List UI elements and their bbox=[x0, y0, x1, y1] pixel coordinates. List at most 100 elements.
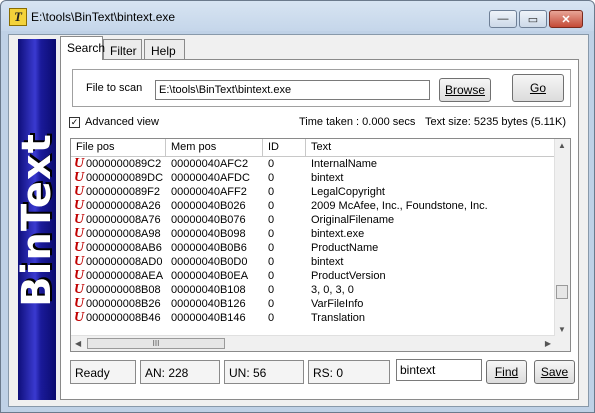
tab-help[interactable]: Help bbox=[144, 39, 185, 59]
maximize-button[interactable]: ▭ bbox=[519, 10, 547, 28]
scroll-right-icon[interactable]: ▶ bbox=[545, 339, 551, 348]
search-text-input[interactable] bbox=[396, 359, 482, 381]
cell-file-pos: 000000008B26 bbox=[86, 298, 161, 310]
cell-file-pos: 000000008AEA bbox=[86, 270, 164, 282]
cell-file-pos: 0000000089DC bbox=[86, 172, 164, 184]
cell-mem-pos: 00000040B0EA bbox=[171, 270, 249, 282]
cell-id: 0 bbox=[268, 214, 275, 226]
table-row[interactable]: U 000000008A26 00000040B026 0 2009 McAfee, … bbox=[71, 199, 555, 213]
cell-text: ProductName bbox=[311, 242, 379, 254]
table-row[interactable]: U 000000008B46 00000040B146 0 Translation bbox=[71, 311, 555, 325]
table-row[interactable]: U 000000008B08 00000040B108 0 3, 0, 3, 0 bbox=[71, 283, 555, 297]
cell-text: LegalCopyright bbox=[311, 186, 385, 198]
cell-file-pos: 000000008A98 bbox=[86, 228, 161, 240]
file-scan-group: File to scan Browse Go bbox=[72, 69, 571, 107]
cell-mem-pos: 00000040B0D0 bbox=[171, 256, 248, 268]
text-size-text: Text size: 5235 bytes (5.11K) bbox=[425, 116, 567, 128]
title-bar[interactable]: T E:\tools\BinText\bintext.exe — ▭ ✕ bbox=[1, 1, 594, 33]
unicode-string-icon: U bbox=[74, 268, 85, 283]
save-button[interactable]: Save bbox=[534, 360, 575, 384]
time-taken-text: Time taken : 0.000 secs bbox=[299, 116, 416, 128]
cell-id: 0 bbox=[268, 158, 275, 170]
cell-id: 0 bbox=[268, 200, 275, 212]
column-header-mem-pos[interactable]: Mem pos bbox=[166, 139, 263, 156]
cell-text: 2009 McAfee, Inc., Foundstone, Inc. bbox=[311, 200, 488, 212]
table-row[interactable]: U 0000000089F2 00000040AFF2 0 LegalCopyright bbox=[71, 185, 555, 199]
cell-text: 3, 0, 3, 0 bbox=[311, 284, 354, 296]
cell-file-pos: 000000008B46 bbox=[86, 312, 161, 324]
advanced-view-checkbox[interactable]: ✓ bbox=[69, 117, 80, 128]
window-title: E:\tools\BinText\bintext.exe bbox=[31, 10, 176, 24]
table-row[interactable]: U 000000008AB6 00000040B0B6 0 ProductName bbox=[71, 241, 555, 255]
cell-mem-pos: 00000040AFC2 bbox=[171, 158, 249, 170]
list-rows: U 0000000089C2 00000040AFC2 0 InternalName U 0… bbox=[71, 157, 555, 325]
unicode-string-icon: U bbox=[74, 310, 85, 325]
unicode-string-icon: U bbox=[74, 282, 85, 297]
cell-file-pos: 000000008AD0 bbox=[86, 256, 163, 268]
banner-logo-text: BinText bbox=[14, 132, 60, 307]
cell-id: 0 bbox=[268, 298, 275, 310]
file-to-scan-label: File to scan bbox=[86, 82, 143, 94]
table-row[interactable]: U 0000000089C2 00000040AFC2 0 InternalName bbox=[71, 157, 555, 171]
cell-mem-pos: 00000040B126 bbox=[171, 298, 246, 310]
cell-id: 0 bbox=[268, 270, 275, 282]
close-button[interactable]: ✕ bbox=[549, 10, 583, 28]
cell-id: 0 bbox=[268, 228, 275, 240]
column-header-file-pos[interactable]: File pos bbox=[71, 139, 166, 156]
table-row[interactable]: U 000000008A98 00000040B098 0 bintext.exe bbox=[71, 227, 555, 241]
unicode-string-icon: U bbox=[74, 226, 85, 241]
cell-id: 0 bbox=[268, 256, 275, 268]
cell-id: 0 bbox=[268, 186, 275, 198]
cell-mem-pos: 00000040B146 bbox=[171, 312, 246, 324]
cell-mem-pos: 00000040B098 bbox=[171, 228, 246, 240]
column-header-id[interactable]: ID bbox=[263, 139, 306, 156]
scroll-up-icon[interactable]: ▲ bbox=[558, 141, 566, 150]
results-list[interactable]: File pos Mem pos ID Text U 0000000089C2 00… bbox=[70, 138, 571, 352]
scroll-down-icon[interactable]: ▼ bbox=[558, 325, 566, 334]
cell-mem-pos: 00000040AFF2 bbox=[171, 186, 247, 198]
unicode-string-icon: U bbox=[74, 170, 85, 185]
cell-mem-pos: 00000040AFDC bbox=[171, 172, 250, 184]
go-button[interactable]: Go bbox=[512, 74, 564, 102]
vertical-scrollbar[interactable]: ▲ ▼ bbox=[554, 139, 570, 336]
tab-filter[interactable]: Filter bbox=[103, 39, 142, 59]
status-an-count: AN: 228 bbox=[140, 360, 220, 384]
unicode-string-icon: U bbox=[74, 240, 85, 255]
browse-button-label: Browse bbox=[444, 83, 485, 97]
table-row[interactable]: U 000000008B26 00000040B126 0 VarFileInfo bbox=[71, 297, 555, 311]
horizontal-scroll-thumb[interactable]: III bbox=[87, 338, 225, 349]
cell-mem-pos: 00000040B108 bbox=[171, 284, 246, 296]
cell-text: Translation bbox=[311, 312, 366, 324]
scroll-corner bbox=[555, 336, 570, 351]
cell-text: VarFileInfo bbox=[311, 298, 364, 310]
table-row[interactable]: U 000000008A76 00000040B076 0 OriginalFilena… bbox=[71, 213, 555, 227]
cell-mem-pos: 00000040B026 bbox=[171, 200, 246, 212]
cell-id: 0 bbox=[268, 284, 275, 296]
browse-button[interactable]: Browse bbox=[439, 78, 491, 102]
find-button[interactable]: Find bbox=[486, 360, 527, 384]
advanced-view-label[interactable]: Advanced view bbox=[85, 116, 159, 128]
cell-mem-pos: 00000040B0B6 bbox=[171, 242, 247, 254]
unicode-string-icon: U bbox=[74, 198, 85, 213]
status-rs-count: RS: 0 bbox=[308, 360, 390, 384]
file-path-input[interactable] bbox=[155, 80, 430, 100]
unicode-string-icon: U bbox=[74, 156, 85, 171]
table-row[interactable]: U 0000000089DC 00000040AFDC 0 bintext bbox=[71, 171, 555, 185]
status-un-count: UN: 56 bbox=[224, 360, 304, 384]
minimize-button[interactable]: — bbox=[489, 10, 517, 28]
cell-text: InternalName bbox=[311, 158, 378, 170]
search-tab-panel: File to scan Browse Go ✓ Advanced view T… bbox=[60, 59, 579, 400]
table-row[interactable]: U 000000008AEA 00000040B0EA 0 ProductVersion bbox=[71, 269, 555, 283]
list-header: File pos Mem pos ID Text bbox=[71, 139, 555, 157]
horizontal-scrollbar[interactable]: ◀ III ▶ bbox=[71, 335, 555, 351]
unicode-string-icon: U bbox=[74, 184, 85, 199]
unicode-string-icon: U bbox=[74, 254, 85, 269]
tab-search[interactable]: Search bbox=[60, 36, 105, 60]
scroll-left-icon[interactable]: ◀ bbox=[75, 339, 81, 348]
unicode-string-icon: U bbox=[74, 296, 85, 311]
cell-file-pos: 0000000089C2 bbox=[86, 158, 162, 170]
save-button-label: Save bbox=[540, 365, 569, 379]
table-row[interactable]: U 000000008AD0 00000040B0D0 0 bintext bbox=[71, 255, 555, 269]
vertical-scroll-thumb[interactable] bbox=[556, 285, 568, 299]
column-header-text[interactable]: Text bbox=[306, 139, 555, 156]
